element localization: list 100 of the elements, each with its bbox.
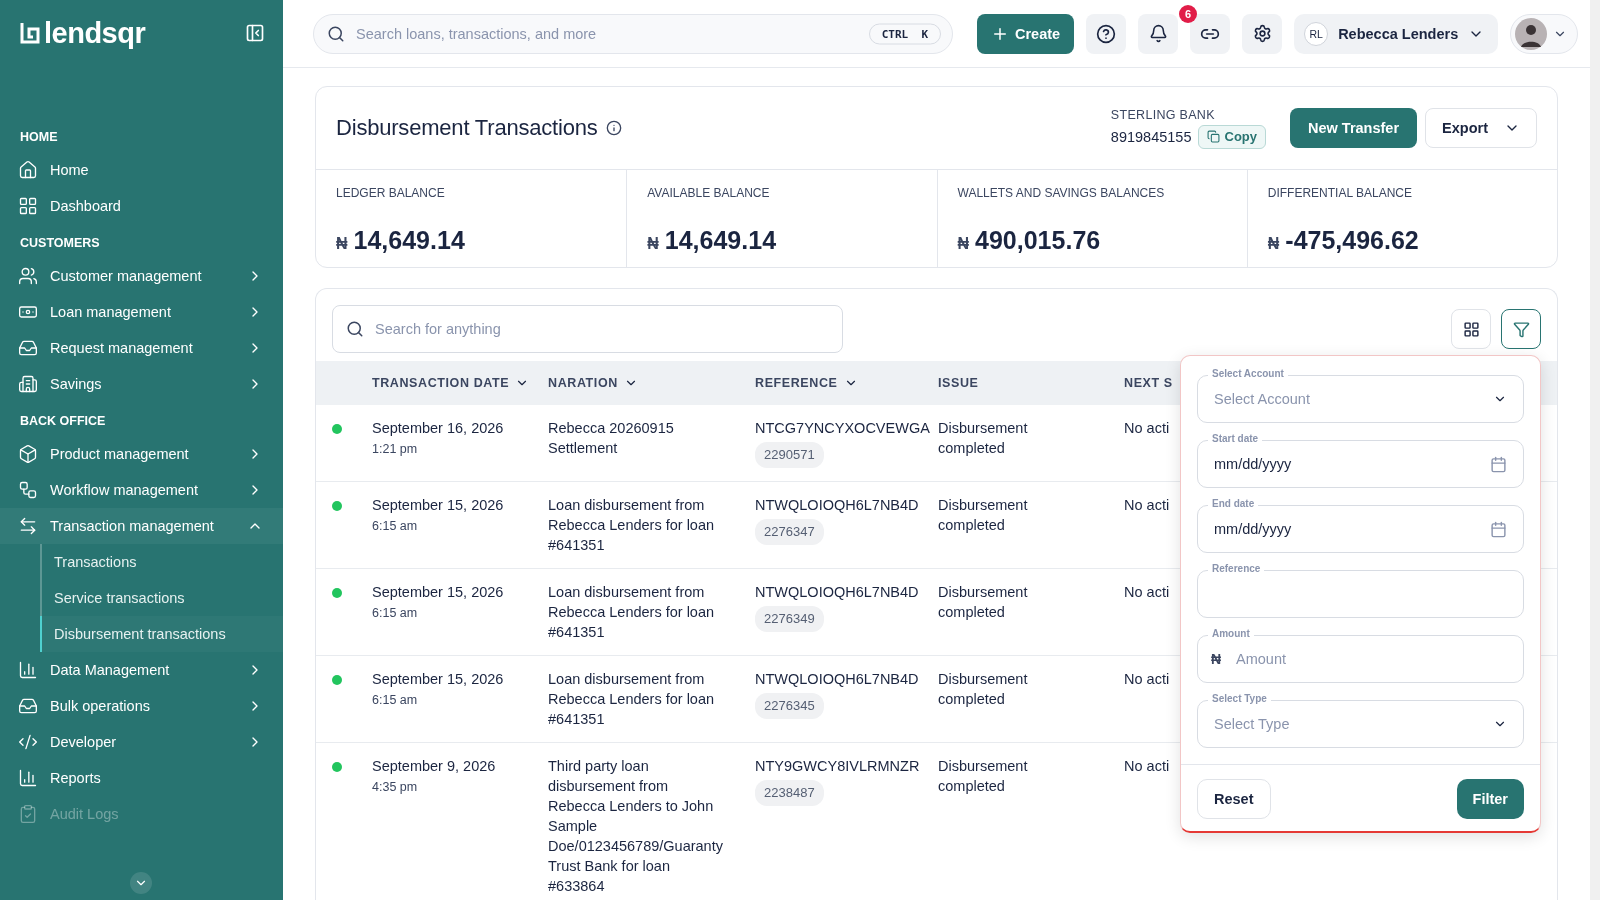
info-icon[interactable]	[605, 120, 622, 136]
column-header[interactable]: NARATION	[548, 376, 618, 390]
code-icon	[18, 732, 38, 752]
currency-symbol: ₦	[1211, 651, 1222, 667]
column-header[interactable]: REFERENCE	[755, 376, 838, 390]
sidebar-item[interactable]: Transaction management	[0, 508, 283, 544]
next-step-text: No acti	[1124, 419, 1170, 438]
logo: lendsqr	[20, 16, 146, 50]
next-step-text: No acti	[1124, 670, 1170, 689]
field-label: Start date	[1208, 433, 1263, 445]
balance-amount: -475,496.62	[1285, 226, 1419, 255]
link-button[interactable]	[1190, 13, 1231, 54]
filter-icon	[1512, 320, 1530, 338]
time-text: 4:35 pm	[372, 780, 418, 794]
field-label: Select Type	[1208, 693, 1271, 705]
sidebar-item[interactable]: Request management	[0, 330, 283, 366]
create-button[interactable]: Create	[977, 13, 1075, 54]
collapse-sidebar-icon[interactable]	[245, 23, 265, 43]
sidebar-item[interactable]: Home	[0, 152, 283, 188]
sidebar-item[interactable]: Savings	[0, 366, 283, 402]
search-icon	[327, 24, 345, 43]
time-text: 1:21 pm	[372, 442, 418, 456]
calendar-icon[interactable]	[1490, 455, 1507, 473]
balance-amount: 14,649.14	[353, 226, 465, 255]
reference-text: NTCG7YNCYXOCVEWGA	[755, 419, 930, 438]
currency-symbol: ₦	[336, 235, 348, 253]
field-label: End date	[1208, 498, 1259, 510]
status-dot	[332, 424, 342, 434]
naration-text: Loan disbursement from Rebecca Lenders for loan #641351	[548, 496, 716, 555]
table-search-field[interactable]: Search for anything	[332, 305, 843, 353]
time-text: 6:15 am	[372, 693, 418, 707]
sidebar-item[interactable]: Reports	[0, 760, 283, 796]
reference-id: 2276347	[755, 519, 824, 545]
building-icon	[18, 374, 38, 394]
date-text: September 15, 2026	[372, 670, 504, 689]
settings-button[interactable]	[1242, 13, 1283, 54]
issue-text: Disbursement completed	[938, 670, 1029, 709]
avatar-menu-button[interactable]	[1510, 13, 1579, 54]
reference-text: NTY9GWCY8IVLRMNZR	[755, 757, 920, 776]
export-button[interactable]: Export	[1425, 108, 1537, 148]
next-step-text: No acti	[1124, 757, 1170, 776]
next-step-text: No acti	[1124, 583, 1170, 602]
field-label: Select Account	[1208, 368, 1288, 380]
column-header[interactable]: TRANSACTION DATE	[372, 376, 510, 390]
avatar	[1515, 17, 1548, 50]
sidebar-item[interactable]: Bulk operations	[0, 688, 283, 724]
column-header: NEXT S	[1124, 376, 1173, 390]
help-button[interactable]	[1086, 13, 1127, 54]
sidebar-item[interactable]: Data Management	[0, 652, 283, 688]
filter-button[interactable]	[1501, 309, 1541, 349]
issue-text: Disbursement completed	[938, 583, 1029, 622]
currency-symbol: ₦	[1267, 235, 1280, 253]
next-step-text: No acti	[1124, 496, 1170, 515]
status-dot	[332, 762, 342, 772]
sidebar-item[interactable]: Workflow management	[0, 472, 283, 508]
sidebar-item[interactable]: Customer management	[0, 258, 283, 294]
calendar-icon[interactable]	[1490, 520, 1507, 538]
reference-field[interactable]	[1197, 570, 1524, 618]
section-heading: CUSTOMERS	[19, 236, 101, 250]
balance-label: WALLETS AND SAVINGS BALANCES	[957, 186, 1166, 200]
balance-amount: 14,649.14	[664, 226, 777, 255]
grid-icon	[1462, 320, 1480, 338]
sidebar-subitem[interactable]: Disbursement transactions	[40, 616, 283, 652]
naration-text: Rebecca 20260915 Settlement	[548, 419, 675, 458]
notification-badge: 6	[1179, 4, 1198, 23]
workflow-icon	[18, 480, 38, 500]
user-initials: RL	[1304, 21, 1329, 46]
new-transfer-button[interactable]: New Transfer	[1290, 108, 1418, 148]
sidebar-subitem[interactable]: Service transactions	[40, 580, 283, 616]
users-icon	[18, 266, 38, 286]
currency-symbol: ₦	[647, 235, 659, 253]
time-text: 6:15 am	[372, 606, 418, 620]
sidebar-item[interactable]: Developer	[0, 724, 283, 760]
apply-filter-button[interactable]: Filter	[1456, 779, 1524, 819]
bank-name: STERLING BANK	[1110, 107, 1216, 122]
sidebar-item[interactable]: Loan management	[0, 294, 283, 330]
grid-view-button[interactable]	[1451, 309, 1491, 349]
column-header: ISSUE	[938, 376, 979, 390]
section-heading: HOME	[19, 130, 59, 144]
clipboard-icon	[18, 804, 38, 824]
sidebar-item[interactable]: Dashboard	[0, 188, 283, 224]
naration-text: Loan disbursement from Rebecca Lenders for loan #641351	[548, 583, 716, 642]
sidebar-subitem[interactable]: Transactions	[40, 544, 283, 580]
reset-button[interactable]: Reset	[1197, 779, 1271, 819]
account-number: 8919845155	[1110, 128, 1192, 145]
issue-text: Disbursement completed	[938, 757, 1029, 796]
user-menu-button[interactable]: RL Rebecca Lenders	[1294, 13, 1499, 54]
page-title: Disbursement Transactions	[336, 115, 598, 141]
bar-chart-icon	[18, 768, 38, 788]
field-label: Reference	[1208, 563, 1265, 575]
grid-icon	[18, 196, 38, 216]
scroll-down-button[interactable]	[130, 872, 152, 894]
user-name: Rebecca Lenders	[1338, 25, 1459, 42]
copy-button[interactable]: Copy	[1197, 124, 1266, 149]
date-text: September 15, 2026	[372, 496, 504, 515]
issue-text: Disbursement completed	[938, 496, 1029, 535]
time-text: 6:15 am	[372, 519, 418, 533]
sidebar-item[interactable]: Product management	[0, 436, 283, 472]
notifications-button[interactable]	[1138, 13, 1179, 54]
help-icon	[1096, 23, 1117, 44]
